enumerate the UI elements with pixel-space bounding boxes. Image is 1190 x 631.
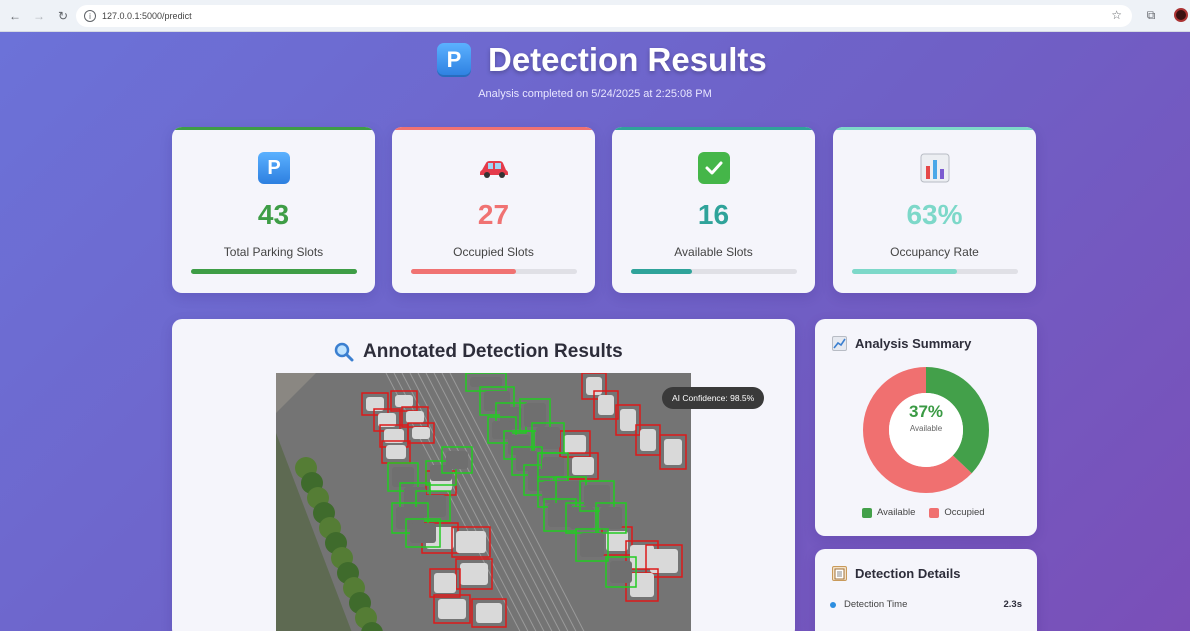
car bbox=[536, 427, 560, 449]
stat-label: Occupied Slots bbox=[453, 245, 534, 259]
stat-card-occupied: 27 Occupied Slots bbox=[392, 127, 595, 293]
stat-value: 43 bbox=[257, 199, 290, 230]
stat-label: Available Slots bbox=[674, 245, 753, 259]
progress-track bbox=[191, 269, 357, 274]
progress-track bbox=[852, 269, 1018, 274]
car bbox=[548, 503, 572, 527]
car bbox=[620, 409, 636, 431]
car bbox=[470, 377, 502, 387]
car bbox=[460, 563, 488, 585]
stat-card-total: P 43 Total Parking Slots bbox=[172, 127, 375, 293]
bullet-dot bbox=[830, 601, 836, 608]
clipboard-icon bbox=[832, 566, 847, 581]
annotated-results-heading: Annotated Detection Results bbox=[334, 341, 623, 363]
progress-track bbox=[631, 269, 797, 274]
car bbox=[580, 533, 604, 557]
car bbox=[610, 561, 632, 583]
back-icon[interactable]: ← bbox=[4, 5, 26, 27]
available-sublabel: Available bbox=[909, 424, 943, 433]
detail-row-detection-time: Detection Time 2.3s bbox=[830, 599, 1022, 610]
car bbox=[600, 507, 622, 529]
trend-chart-icon bbox=[832, 336, 847, 351]
page-content: P Detection Results Analysis completed o… bbox=[0, 32, 1190, 631]
bookmark-star-icon[interactable]: ☆ bbox=[1111, 8, 1122, 22]
legend-occupied-label: Occupied bbox=[944, 507, 985, 518]
card-accent bbox=[392, 127, 595, 130]
car bbox=[395, 395, 413, 407]
analysis-summary-title: Analysis Summary bbox=[855, 336, 972, 351]
donut-legend: Available Occupied bbox=[862, 507, 999, 518]
stat-card-occupancy: 63% Occupancy Rate bbox=[833, 127, 1036, 293]
parking-icon: P bbox=[437, 43, 471, 77]
car bbox=[606, 531, 628, 551]
analysis-summary-card: Analysis Summary 37% Available Available… bbox=[815, 319, 1037, 536]
browser-toolbar: ← → ↻ i 127.0.0.1:5000/predict ☆ ⧉ bbox=[0, 0, 1190, 32]
progress-track bbox=[411, 269, 577, 274]
car bbox=[476, 603, 502, 623]
car bbox=[410, 523, 436, 543]
stat-label: Occupancy Rate bbox=[890, 245, 979, 259]
car bbox=[564, 435, 586, 453]
reload-icon[interactable]: ↻ bbox=[52, 5, 74, 27]
parking-icon: P bbox=[258, 152, 290, 184]
chart-icon bbox=[919, 152, 951, 184]
stat-value: 16 bbox=[697, 199, 730, 230]
car bbox=[542, 457, 564, 477]
analysis-summary-heading: Analysis Summary bbox=[832, 336, 971, 351]
progress-fill bbox=[411, 269, 516, 274]
detail-value: 2.3s bbox=[1003, 599, 1023, 610]
address-bar[interactable]: i 127.0.0.1:5000/predict ☆ bbox=[76, 5, 1132, 27]
stat-value: 63% bbox=[906, 199, 963, 230]
forward-icon[interactable]: → bbox=[28, 5, 50, 27]
page-header: P Detection Results bbox=[437, 40, 767, 80]
ai-confidence-badge: AI Confidence: 98.5% bbox=[662, 387, 765, 409]
profile-avatar[interactable] bbox=[1174, 8, 1188, 22]
car bbox=[630, 573, 654, 597]
legend-available-label: Available bbox=[877, 507, 916, 518]
car bbox=[598, 395, 614, 415]
card-accent bbox=[172, 127, 375, 130]
page-title: Detection Results bbox=[488, 41, 767, 78]
car bbox=[572, 457, 594, 475]
progress-fill bbox=[631, 269, 693, 274]
detection-details-card: Detection Details Detection Time 2.3s bbox=[815, 549, 1037, 631]
progress-fill bbox=[191, 269, 357, 274]
legend-swatch-occupied bbox=[929, 507, 940, 518]
donut-center: 37% Available bbox=[888, 402, 964, 433]
car bbox=[664, 439, 682, 465]
analysis-timestamp: Analysis completed on 5/24/2025 at 2:25:… bbox=[478, 88, 712, 100]
card-accent bbox=[612, 127, 815, 130]
card-accent bbox=[833, 127, 1036, 130]
legend-available: Available bbox=[862, 507, 915, 518]
car bbox=[386, 445, 406, 459]
check-icon bbox=[698, 152, 730, 184]
car bbox=[406, 411, 424, 423]
available-percent: 37% bbox=[908, 402, 944, 421]
car bbox=[640, 429, 656, 451]
magnifier-icon bbox=[334, 342, 354, 362]
site-info-icon[interactable]: i bbox=[84, 10, 96, 22]
car bbox=[456, 531, 486, 553]
stat-label: Total Parking Slots bbox=[223, 245, 324, 259]
car bbox=[392, 467, 414, 487]
car-icon bbox=[478, 152, 510, 184]
car bbox=[516, 451, 538, 471]
annotated-results-card: Annotated Detection Results AI Confidenc… bbox=[172, 319, 795, 631]
car bbox=[434, 573, 456, 593]
detection-details-heading: Detection Details bbox=[832, 566, 960, 581]
stat-value: 27 bbox=[477, 199, 510, 230]
car bbox=[412, 427, 430, 439]
annotated-results-title: Annotated Detection Results bbox=[363, 341, 623, 362]
car bbox=[446, 451, 468, 469]
detection-details-title: Detection Details bbox=[855, 566, 961, 581]
car bbox=[438, 599, 466, 619]
url-text: 127.0.0.1:5000/predict bbox=[102, 11, 192, 21]
annotated-parking-image bbox=[276, 373, 691, 631]
detail-label: Detection Time bbox=[844, 599, 908, 610]
progress-fill bbox=[852, 269, 957, 274]
legend-occupied: Occupied bbox=[929, 507, 985, 518]
legend-swatch-available bbox=[862, 507, 872, 518]
extensions-icon[interactable]: ⧉ bbox=[1142, 6, 1160, 24]
stat-card-available: 16 Available Slots bbox=[612, 127, 815, 293]
